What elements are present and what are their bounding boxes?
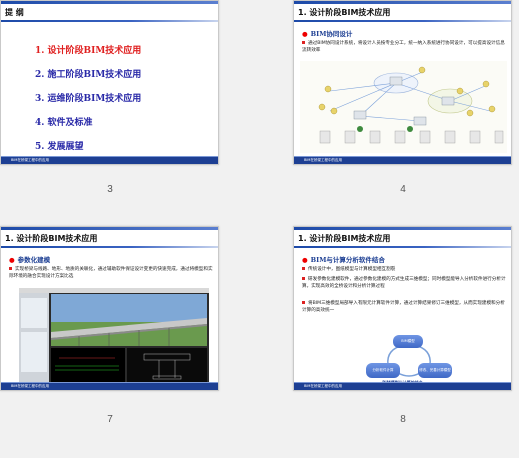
slide-thumbnail-7[interactable]: 1. 设计阶段BIM技术应用 ● 参数化建模 实现桥梁与线路、地形、地质的关联化，… bbox=[0, 226, 219, 391]
slide-subhead: ● BIM协同设计 bbox=[302, 28, 352, 38]
bullet-body: 研发参数化建模软件，通过参数化建模的方式生成三维模型；同时模型能导入分析软件进行… bbox=[302, 277, 506, 290]
subhead-text: 参数化建模 bbox=[17, 256, 51, 264]
slide-title: 1. 设计阶段BIM技术应用 bbox=[5, 234, 98, 243]
bullet-body: 实现桥梁与线路、地形、地质的关联化，通过辅助软件保证设计变更的快速完成，通过将模… bbox=[9, 267, 213, 280]
bullet-body: 通过BIM协同设计系统，将设计人员按专业分工，统一纳入系统进行协同设计，可以提高… bbox=[302, 41, 505, 54]
title-underline bbox=[294, 20, 511, 22]
title-underline bbox=[1, 20, 218, 22]
bullet-body: 将BIM三维模型局部导入有限元计算软件计算，通过计算结果修订三维模型，从而实现建… bbox=[302, 301, 505, 314]
outline-item-5: 5. 发展展望 bbox=[35, 142, 84, 152]
bullet-dot-icon: ● bbox=[9, 256, 15, 264]
slide-subhead: ● 参数化建模 bbox=[9, 254, 50, 264]
bullet-text: 通过BIM协同设计系统，将设计人员按专业分工，统一纳入系统进行协同设计，可以提高… bbox=[302, 40, 507, 54]
bullet-text-1: 传统设计中，图纸模型与计算模型相互割裂 bbox=[302, 266, 507, 273]
bullet-text: 实现桥梁与线路、地形、地质的关联化，通过辅助软件保证设计变更的快速完成，通过将模… bbox=[9, 266, 214, 280]
bullet-text-2: 研发参数化建模软件，通过参数化建模的方式生成三维模型；同时模型能导入分析软件进行… bbox=[302, 276, 507, 290]
cycle-node-bim-model: BIM模型 bbox=[393, 335, 423, 348]
slide-top-bar bbox=[1, 227, 218, 230]
slide-thumbnail-4[interactable]: 1. 设计阶段BIM技术应用 ● BIM协同设计 通过BIM协同设计系统，将设计人… bbox=[293, 0, 512, 165]
slide-footer: BIM在桥梁工程中的应用 bbox=[294, 383, 511, 390]
outline-item-2: 2. 施工阶段BIM技术应用 bbox=[35, 70, 142, 80]
modeling-software-screenshot bbox=[19, 288, 209, 382]
cycle-node-revise: 修改、完善计算模型 bbox=[418, 363, 452, 378]
slide-title: 1. 设计阶段BIM技术应用 bbox=[298, 8, 391, 17]
slide-number-8: 8 bbox=[400, 414, 406, 425]
bullet-square-icon bbox=[302, 277, 305, 280]
slide-footer: BIM在桥梁工程中的应用 bbox=[1, 157, 218, 164]
slide-footer: BIM在桥梁工程中的应用 bbox=[1, 383, 218, 390]
slide-top-bar bbox=[1, 1, 218, 4]
title-underline bbox=[294, 246, 511, 248]
slide-subhead: ● BIM与计算分析软件结合 bbox=[302, 254, 385, 264]
bullet-dot-icon: ● bbox=[302, 256, 308, 264]
slide-footer: BIM在桥梁工程中的应用 bbox=[294, 157, 511, 164]
cycle-node-analysis: 分析软件计算 bbox=[366, 363, 400, 378]
title-underline bbox=[1, 246, 218, 248]
slide-top-bar bbox=[294, 1, 511, 4]
slide-number-4: 4 bbox=[400, 184, 406, 195]
subhead-text: BIM协同设计 bbox=[310, 30, 353, 38]
bullet-square-icon bbox=[302, 41, 305, 44]
bullet-square-icon bbox=[9, 267, 12, 270]
outline-item-4: 4. 软件及标准 bbox=[35, 118, 93, 128]
collaboration-network-diagram bbox=[300, 61, 507, 153]
bullet-square-icon bbox=[302, 267, 305, 270]
bullet-text-3: 将BIM三维模型局部导入有限元计算软件计算，通过计算结果修订三维模型，从而实现建… bbox=[302, 300, 507, 314]
bullet-square-icon bbox=[302, 301, 305, 304]
bullet-body: 传统设计中，图纸模型与计算模型相互割裂 bbox=[308, 267, 396, 272]
slide-sorter-grid: 提 纲 1. 设计阶段BIM技术应用 2. 施工阶段BIM技术应用 3. 运维阶… bbox=[0, 0, 519, 458]
slide-thumbnail-8[interactable]: 1. 设计阶段BIM技术应用 ● BIM与计算分析软件结合 传统设计中，图纸模型与… bbox=[293, 226, 512, 391]
slide-thumbnail-3[interactable]: 提 纲 1. 设计阶段BIM技术应用 2. 施工阶段BIM技术应用 3. 运维阶… bbox=[0, 0, 219, 165]
slide-top-bar bbox=[294, 227, 511, 230]
slide-title: 1. 设计阶段BIM技术应用 bbox=[298, 234, 391, 243]
bullet-dot-icon: ● bbox=[302, 30, 308, 38]
slide-number-3: 3 bbox=[107, 184, 113, 195]
slide-title: 提 纲 bbox=[5, 8, 24, 17]
outline-item-1: 1. 设计阶段BIM技术应用 bbox=[35, 46, 142, 56]
subhead-text: BIM与计算分析软件结合 bbox=[310, 256, 385, 264]
outline-item-3: 3. 运维阶段BIM技术应用 bbox=[35, 94, 142, 104]
slide-number-7: 7 bbox=[107, 414, 113, 425]
